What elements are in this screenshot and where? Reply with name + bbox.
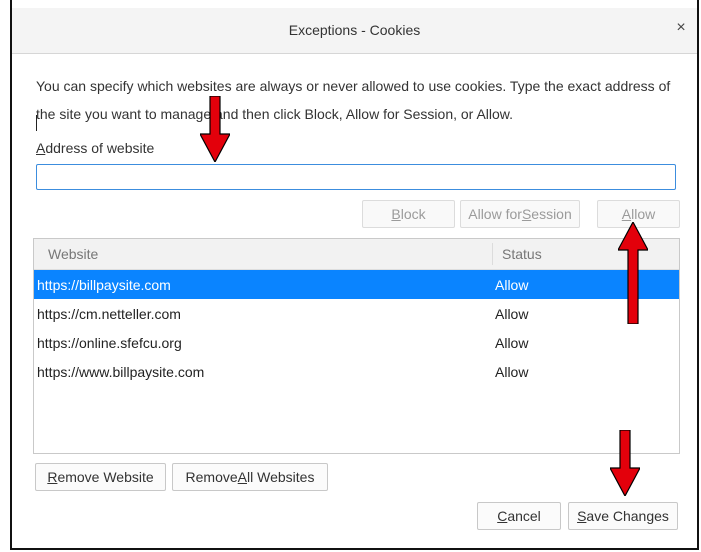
window-title: Exceptions - Cookies — [288, 22, 421, 38]
cancel-button[interactable]: Cancel — [477, 502, 561, 530]
remove-all-websites-button[interactable]: Remove All Websites — [172, 463, 328, 491]
status-cell: Allow — [495, 277, 529, 293]
table-header: Website Status — [34, 239, 679, 270]
title-bar: Exceptions - Cookies × — [12, 8, 697, 54]
session-label-prefix: Allow for — [468, 206, 522, 222]
website-cell: https://online.sfefcu.org — [37, 335, 182, 351]
remove-access-key: R — [47, 469, 58, 485]
close-icon[interactable]: × — [671, 18, 691, 38]
column-divider — [492, 243, 493, 265]
cancel-label: ancel — [507, 508, 541, 524]
status-cell: Allow — [495, 364, 529, 380]
save-access-key: S — [577, 508, 587, 524]
instructions-text: You can specify which websites are alway… — [36, 78, 671, 122]
website-cell: https://www.billpaysite.com — [37, 364, 205, 380]
exceptions-table[interactable]: Website Status https://billpaysite.com A… — [33, 238, 680, 454]
table-row[interactable]: https://www.billpaysite.com Allow — [34, 357, 679, 386]
remove-all-rest: ll Websites — [247, 469, 315, 485]
column-header-website[interactable]: Website — [48, 246, 98, 262]
text-caret — [36, 115, 37, 131]
allow-label: llow — [631, 206, 656, 222]
save-changes-button[interactable]: Save Changes — [568, 502, 678, 530]
red-arrow-down-icon — [200, 96, 230, 162]
session-label-rest: ession — [531, 206, 572, 222]
allow-for-session-button[interactable]: Allow for Session — [460, 200, 580, 228]
website-cell: https://cm.netteller.com — [37, 306, 181, 322]
table-row[interactable]: https://billpaysite.com Allow — [34, 270, 679, 299]
address-input[interactable] — [36, 164, 676, 190]
cancel-access-key: C — [497, 508, 508, 524]
website-cell: https://billpaysite.com — [37, 277, 171, 293]
address-label-text: ddress of website — [45, 140, 155, 156]
address-label-access-key: A — [36, 140, 46, 156]
table-row[interactable]: https://cm.netteller.com Allow — [34, 299, 679, 328]
status-cell: Allow — [495, 335, 529, 351]
block-button[interactable]: Block — [362, 200, 455, 228]
remove-all-access-key: A — [237, 469, 248, 485]
remove-all-prefix: Remove — [185, 469, 238, 485]
address-label: Address of website — [36, 140, 154, 156]
red-arrow-down-icon — [610, 430, 640, 496]
session-access-key: S — [521, 206, 532, 222]
block-label: lock — [400, 206, 426, 222]
save-label: ave Changes — [586, 508, 669, 524]
remove-label: emove Website — [57, 469, 154, 485]
red-arrow-up-icon — [618, 222, 648, 324]
status-cell: Allow — [495, 306, 529, 322]
remove-website-button[interactable]: Remove Website — [35, 463, 166, 491]
block-access-key: B — [391, 206, 401, 222]
column-header-status[interactable]: Status — [502, 246, 542, 262]
allow-access-key: A — [621, 206, 632, 222]
table-row[interactable]: https://online.sfefcu.org Allow — [34, 328, 679, 357]
